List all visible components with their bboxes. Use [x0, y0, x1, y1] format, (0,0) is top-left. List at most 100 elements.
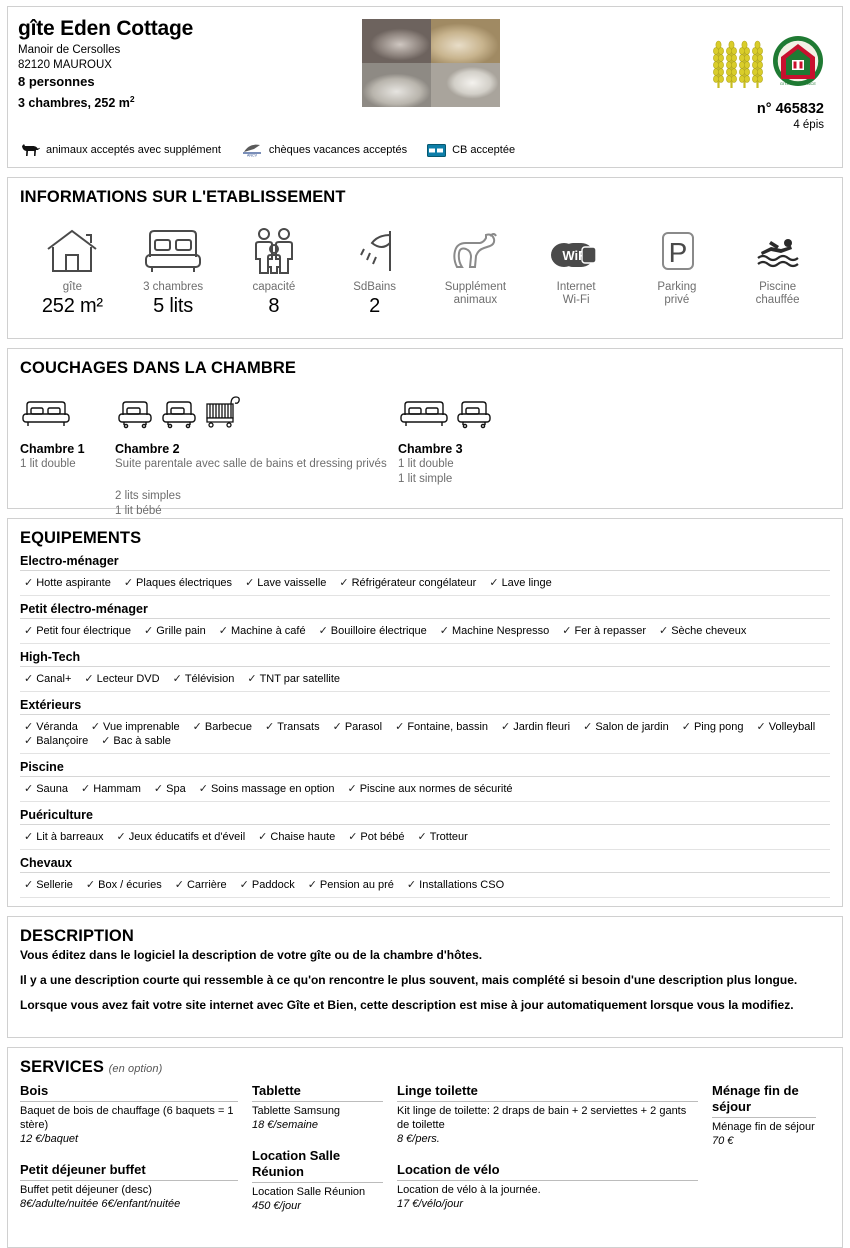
info-label-piscine: Piscine chauffée [727, 281, 828, 307]
ancv-accepted: ANCV chèques vacances acceptés [241, 143, 407, 157]
wifi-icon: WiFi [526, 219, 627, 275]
service-price: 8€/adulte/nuitée 6€/enfant/nuitée [20, 1198, 181, 1210]
lbl5a: Supplément [444, 281, 507, 293]
description-paragraph: Lorsque vous avez fait votre site intern… [20, 998, 794, 1012]
equipment-item-list: ✓ Sellerie ✓ Box / écuries ✓ Carrière ✓ Paddock… [20, 873, 830, 898]
services-column: Ménage fin de séjour Ménage fin de séjour… [712, 1083, 830, 1229]
equipment-group-title: High-Tech [20, 650, 830, 667]
bedroom-desc-3a: 1 lit double [398, 458, 454, 470]
equipment-item-label: Petit four électrique [36, 625, 131, 637]
equipment-item: ✓ Carrière [175, 878, 227, 891]
bedroom-desc-3: 1 lit double 1 lit simple [398, 457, 548, 487]
epi-icon [739, 38, 750, 90]
equipment-item-list: ✓ Sauna ✓ Hammam ✓ Spa ✓ Soins massage en optio… [20, 777, 830, 802]
check-icon: ✓ [439, 625, 450, 637]
property-number: n° 465832 [756, 101, 824, 117]
section-title-couchages: COUCHAGES DANS LA CHAMBRE [20, 359, 296, 377]
equipment-item-label: Piscine aux normes de sécurité [359, 783, 513, 795]
bedroom-desc-1: 1 lit double [20, 458, 76, 470]
check-icon: ✓ [24, 831, 34, 843]
service-price: 17 €/vélo/jour [397, 1198, 464, 1210]
family-icon [224, 219, 325, 275]
equipment-item: ✓ Sauna [24, 782, 68, 795]
info-cell-wifi: WiFi Internet Wi-Fi [526, 219, 627, 318]
check-icon: ✓ [172, 673, 182, 685]
description-body: Vous éditez dans le logiciel la descript… [8, 948, 842, 1037]
equipment-item: ✓ Jardin fleuri [501, 720, 570, 733]
equipment-item: ✓ TNT par satellite [247, 672, 340, 685]
equipment-item-label: Balançoire [36, 735, 89, 747]
equipment-item-label: Bac à sable [113, 735, 171, 747]
epis-rating: GITES DE FRANCE [713, 35, 824, 92]
double-bed-icon [398, 399, 450, 434]
equipment-item-label: Paddock [251, 879, 295, 891]
lbl6b: Wi-Fi [562, 294, 590, 306]
bedroom-name-1: Chambre 1 [20, 442, 85, 456]
equipment-item-label: Installations CSO [419, 879, 505, 891]
bedroom-beds-2: 2 lits simples 1 lit bébé [115, 489, 395, 519]
check-icon: ✓ [101, 735, 111, 747]
info-label-chambres: 3 chambres [143, 281, 204, 293]
info-icon-row: gîte 252 m² 3 chambres 5 lits capacité 8… [8, 209, 842, 338]
check-icon: ✓ [90, 721, 101, 733]
dog-sitting-icon [425, 219, 526, 275]
section-title-description: DESCRIPTION [20, 927, 134, 945]
service-name: Linge toilette [397, 1083, 698, 1102]
equipment-item-label: Spa [166, 783, 186, 795]
equipment-item: ✓ Machine Nespresso [440, 624, 549, 637]
equipment-item: ✓ Chaise haute [258, 830, 335, 843]
equipment-item: ✓ Vue imprenable [91, 720, 180, 733]
lbl7b: privé [664, 294, 690, 306]
swimmer-icon [727, 219, 828, 275]
bedroom-desc-2: Suite parentale avec salle de bains et d… [115, 458, 387, 470]
section-title-equipements: EQUIPEMENTS [20, 529, 142, 547]
pets-allowed-label: animaux acceptés avec supplément [46, 144, 221, 156]
section-title-services: SERVICES (en option) [8, 1048, 842, 1079]
equipment-item: ✓ Machine à café [219, 624, 306, 637]
parking-icon: P [627, 219, 728, 275]
bedroom-chambre-3: Chambre 3 1 lit double 1 lit simple [398, 398, 548, 487]
service-item: Petit déjeuner buffet Buffet petit déjeun… [20, 1162, 238, 1211]
service-price: 450 €/jour [252, 1200, 301, 1212]
check-icon: ✓ [307, 879, 317, 891]
page-title: gîte Eden Cottage [18, 17, 194, 40]
bedroom-beds-2a: 2 lits simples [115, 490, 181, 502]
photo-thumb-3 [361, 63, 431, 107]
svg-text:P: P [669, 237, 688, 268]
check-icon: ✓ [417, 831, 427, 843]
equipment-item: ✓ Hotte aspirante [24, 576, 111, 589]
equipment-group-title: Extérieurs [20, 698, 830, 715]
equipment-item: ✓ Jeux éducatifs et d'éveil [116, 830, 245, 843]
check-icon: ✓ [84, 673, 94, 685]
property-rooms-area: 3 chambres, 252 m2 [18, 91, 358, 112]
check-icon: ✓ [123, 577, 134, 589]
equipment-item-label: Hotte aspirante [36, 577, 111, 589]
bedroom-desc-3b: 1 lit simple [398, 473, 453, 485]
service-name: Tablette [252, 1083, 383, 1102]
check-icon: ✓ [239, 879, 249, 891]
description-paragraph: Il y a une description courte qui ressem… [20, 973, 798, 987]
equipment-item: ✓ Télévision [173, 672, 235, 685]
info-cell-piscine: Piscine chauffée [727, 219, 828, 318]
equipment-item: ✓ Lecteur DVD [84, 672, 159, 685]
shower-icon [324, 219, 425, 275]
rooms-area-text: 3 chambres, 252 m [18, 96, 130, 111]
epis-label: 4 épis [793, 119, 824, 131]
check-icon: ✓ [562, 625, 572, 637]
description-paragraph: Vous éditez dans le logiciel la descript… [20, 948, 483, 962]
equipment-item-label: Lecteur DVD [96, 673, 160, 685]
info-value-gite: 252 m² [41, 295, 103, 317]
establishment-info-panel: INFORMATIONS SUR L'ETABLISSEMENT gîte 25… [7, 177, 843, 339]
equipment-item: ✓ Ping pong [682, 720, 744, 733]
photo-thumb-2 [430, 19, 500, 63]
service-item: Bois Baquet de bois de chauffage (6 baque… [20, 1083, 238, 1146]
info-label-wifi: Internet Wi-Fi [526, 281, 627, 307]
equipment-item-label: Trotteur [429, 831, 468, 843]
service-description: Location de vélo à la journée. [397, 1184, 541, 1196]
service-item: Linge toilette Kit linge de toilette: 2 d… [397, 1083, 698, 1146]
equipment-item-label: TNT par satellite [259, 673, 341, 685]
equipment-item-list: ✓ Hotte aspirante ✓ Plaques électriques ✓ Lav… [20, 571, 830, 596]
check-icon: ✓ [24, 783, 34, 795]
equipment-item-label: Chaise haute [270, 831, 336, 843]
check-icon: ✓ [247, 673, 257, 685]
